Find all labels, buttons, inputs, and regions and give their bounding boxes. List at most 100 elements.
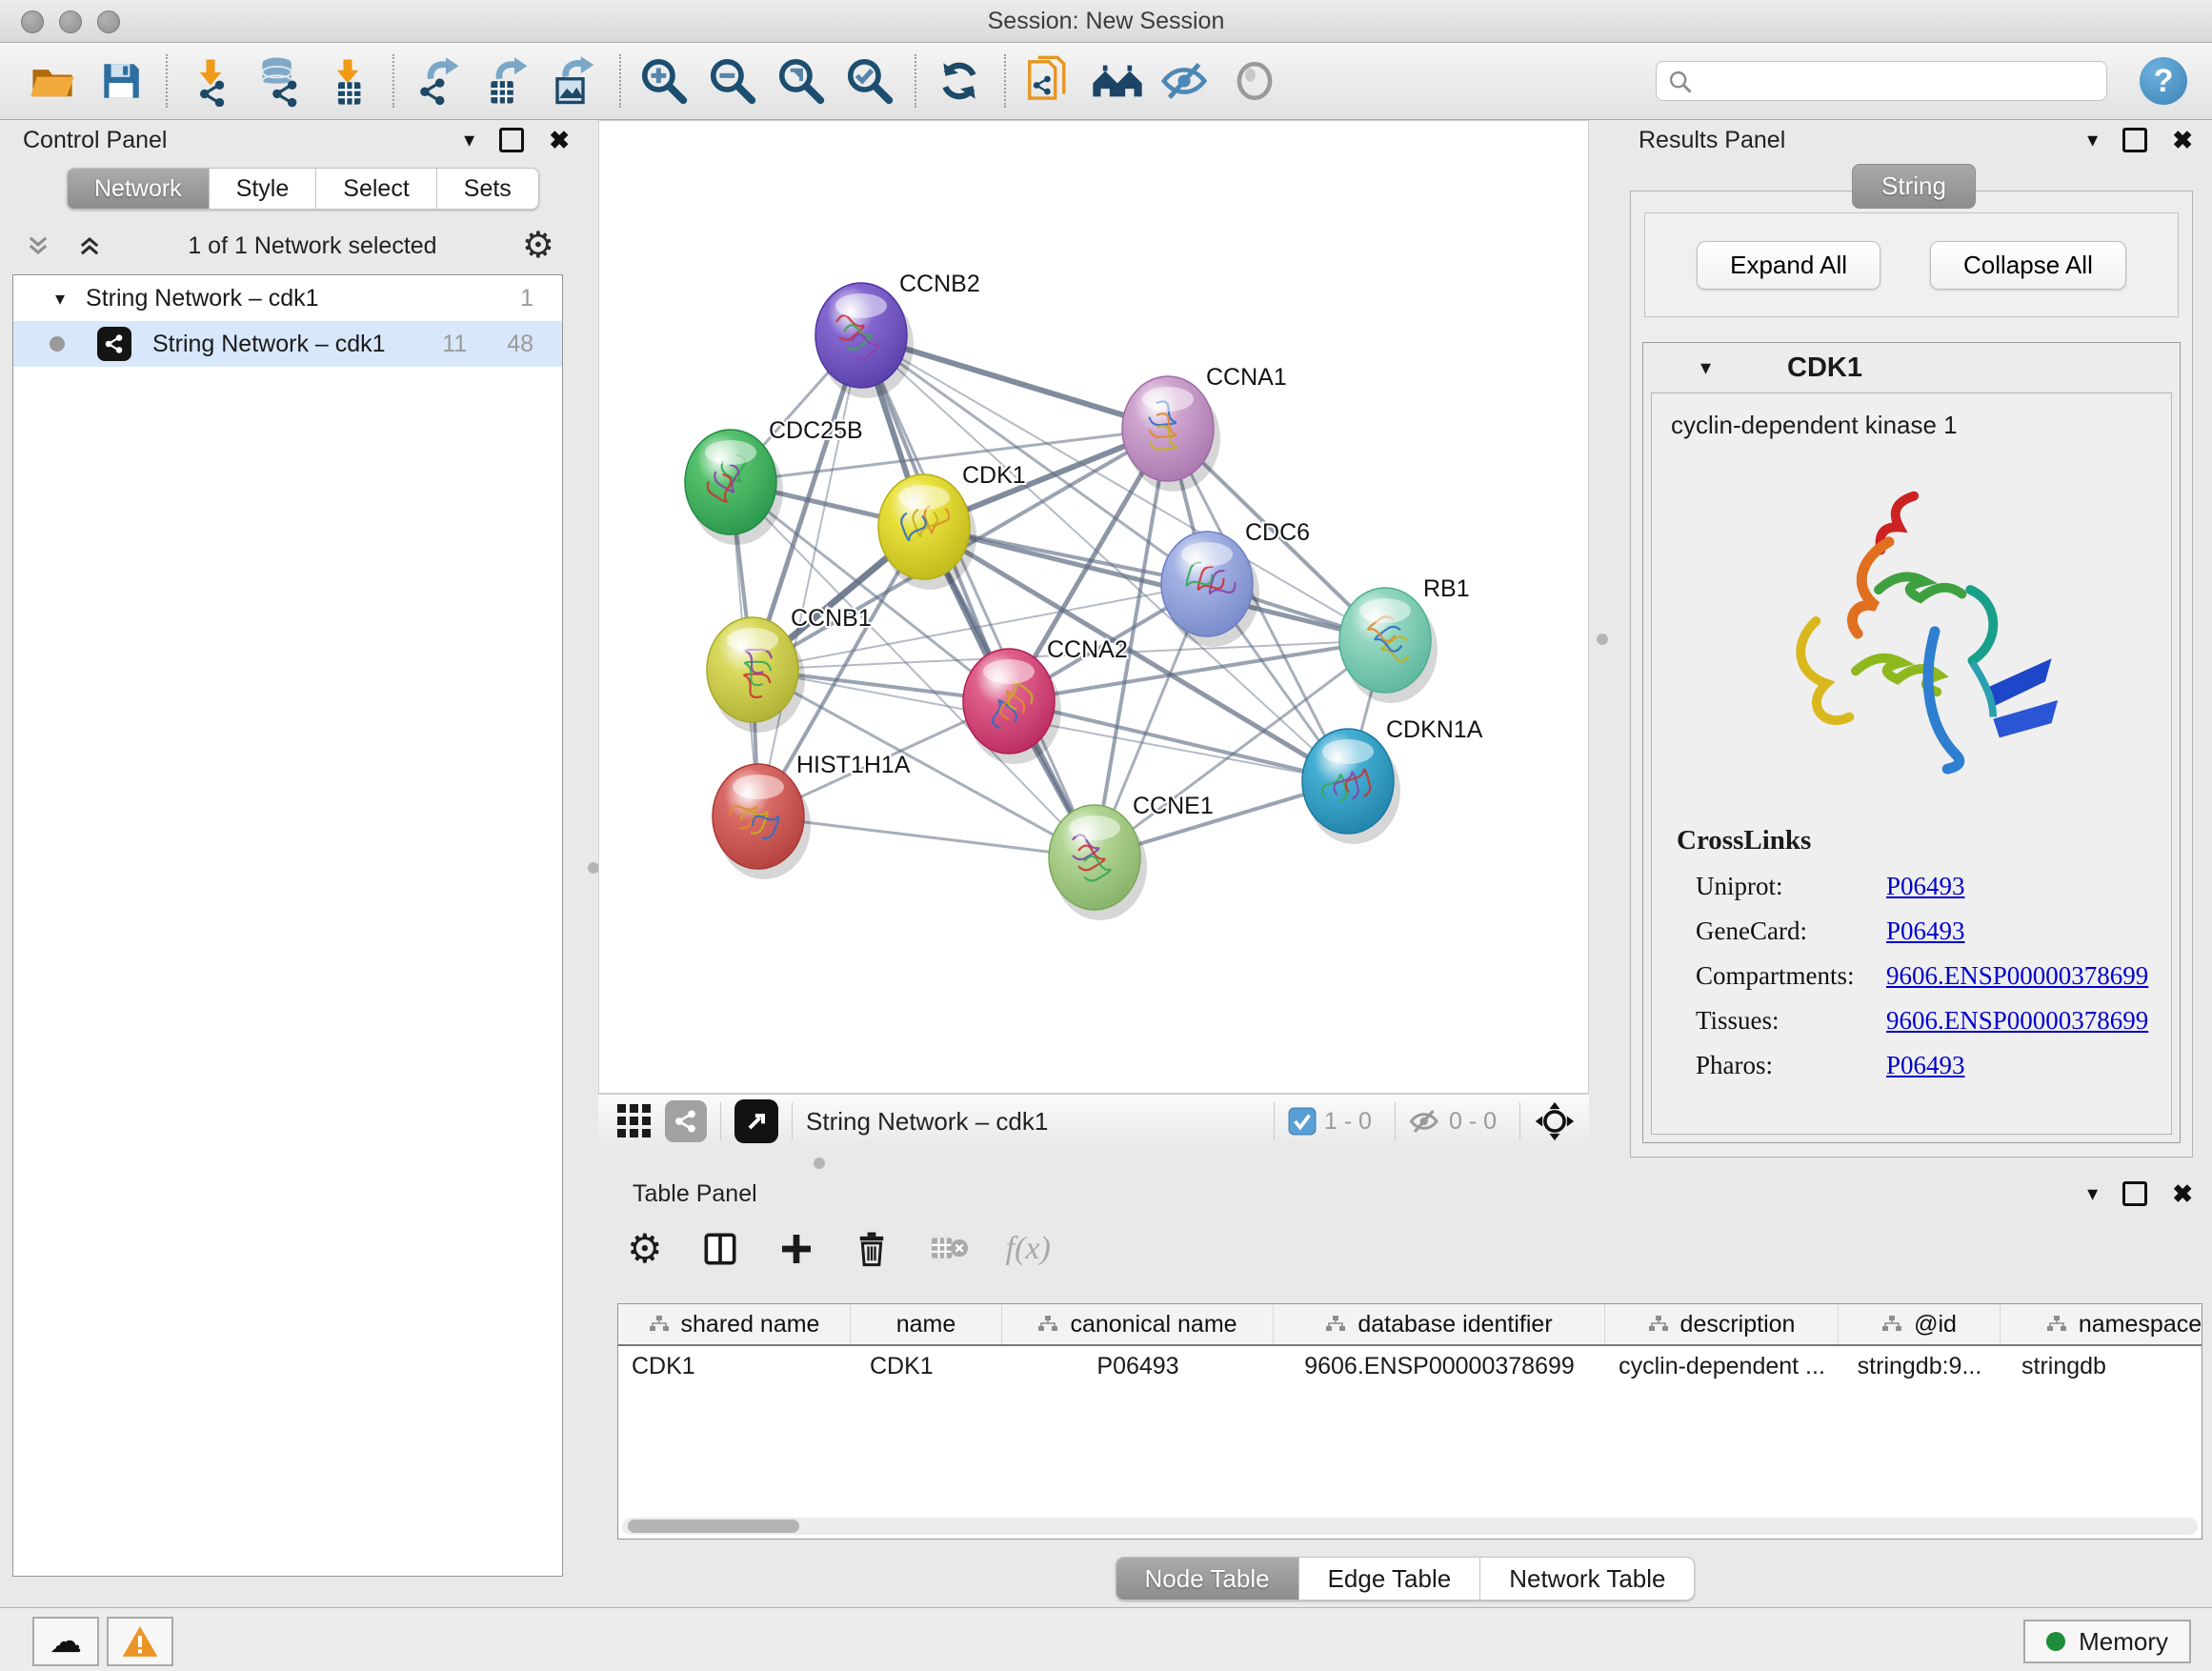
import-network-database-icon[interactable] xyxy=(251,53,307,109)
zoom-out-icon[interactable] xyxy=(705,53,760,109)
column-header[interactable]: database identifier xyxy=(1274,1304,1605,1344)
network-node-label: CCNB1 xyxy=(791,605,872,632)
show-columns-icon[interactable] xyxy=(699,1228,741,1270)
control-panel: Control Panel ▾ ✖ Network Style Select S… xyxy=(0,120,589,1608)
export-network-icon[interactable] xyxy=(410,53,465,109)
function-builder-icon[interactable]: f(x) xyxy=(1006,1231,1051,1267)
table-cell[interactable]: CDK1 xyxy=(851,1346,1002,1386)
help-icon[interactable]: ? xyxy=(2140,57,2187,105)
tab-edge-table[interactable]: Edge Table xyxy=(1299,1557,1481,1601)
create-column-plus-icon[interactable] xyxy=(777,1230,815,1268)
panel-collapse-icon[interactable]: ▾ xyxy=(464,128,474,152)
table-options-gear-icon[interactable]: ⚙ xyxy=(627,1229,663,1269)
column-header[interactable]: namespace xyxy=(2001,1304,2202,1344)
memory-button[interactable]: Memory xyxy=(2023,1620,2191,1663)
panel-float-icon[interactable] xyxy=(2122,1181,2147,1206)
column-header[interactable]: @id xyxy=(1839,1304,2001,1344)
bottom-splitter-handle[interactable] xyxy=(814,1158,825,1169)
crosslink-link[interactable]: P06493 xyxy=(1886,872,1965,901)
panel-collapse-icon[interactable]: ▾ xyxy=(2087,1181,2098,1206)
table-cell[interactable]: CDK1 xyxy=(618,1346,851,1386)
show-overview-eye-icon[interactable] xyxy=(1227,53,1282,109)
expand-all-chevron-icon[interactable] xyxy=(25,232,51,259)
column-header[interactable]: name xyxy=(851,1304,1002,1344)
node-table: shared name name canonical name database… xyxy=(617,1303,2202,1540)
selected-checkbox-icon[interactable] xyxy=(1288,1107,1317,1136)
panel-close-icon[interactable]: ✖ xyxy=(549,126,570,155)
network-edge[interactable] xyxy=(758,335,861,816)
scrollbar-thumb[interactable] xyxy=(628,1520,799,1533)
zoom-in-icon[interactable] xyxy=(636,53,692,109)
crosslink-label: Uniprot: xyxy=(1696,872,1886,901)
export-image-icon[interactable] xyxy=(547,53,602,109)
status-bar: ☁ Memory xyxy=(0,1607,2212,1671)
network-share-icon[interactable] xyxy=(665,1100,707,1142)
hidden-count: 0 - 0 xyxy=(1449,1108,1497,1136)
tree-expand-icon[interactable]: ▾ xyxy=(55,287,65,311)
panel-close-icon[interactable]: ✖ xyxy=(2172,1179,2193,1209)
grid-view-icon[interactable] xyxy=(615,1102,654,1140)
tab-sets[interactable]: Sets xyxy=(437,168,539,210)
collapse-all-button[interactable]: Collapse All xyxy=(1930,241,2126,290)
fit-content-crosshair-icon[interactable] xyxy=(1534,1100,1576,1142)
table-cell[interactable]: cyclin-dependent ... xyxy=(1605,1346,1839,1386)
network-type-icon xyxy=(97,327,131,361)
network-canvas[interactable]: CCNB2CCNA1CDC25BCDK1CDC6RB1CCNB1CCNA2CDK… xyxy=(598,120,1589,1094)
column-header[interactable]: description xyxy=(1605,1304,1839,1344)
node-gloss xyxy=(727,628,778,653)
open-session-icon[interactable] xyxy=(25,53,80,109)
network-edge[interactable] xyxy=(924,527,1385,640)
network-collection-row[interactable]: ▾ String Network – cdk1 1 xyxy=(13,275,562,321)
crosslink-link[interactable]: 9606.ENSP00000378699 xyxy=(1886,961,2148,991)
cloud-status-button[interactable]: ☁ xyxy=(32,1617,99,1666)
network-row-selected[interactable]: String Network – cdk1 11 48 xyxy=(13,321,562,367)
panel-collapse-icon[interactable]: ▾ xyxy=(2087,128,2098,152)
table-cell[interactable]: stringdb xyxy=(2001,1346,2202,1386)
refresh-icon[interactable] xyxy=(932,53,987,109)
tab-network[interactable]: Network xyxy=(67,168,210,210)
crosslink-link[interactable]: P06493 xyxy=(1886,1051,1965,1080)
table-cell[interactable]: P06493 xyxy=(1002,1346,1274,1386)
hidden-eye-icon[interactable] xyxy=(1409,1107,1441,1136)
gene-section-header[interactable]: ▾ CDK1 xyxy=(1643,343,2180,393)
column-header[interactable]: shared name xyxy=(618,1304,851,1344)
tab-style[interactable]: Style xyxy=(210,168,317,210)
zoom-selected-icon[interactable] xyxy=(842,53,897,109)
collection-label: String Network – cdk1 xyxy=(86,285,319,312)
birdseye-view-icon[interactable] xyxy=(734,1099,778,1143)
tab-string[interactable]: String xyxy=(1852,164,1976,209)
panel-close-icon[interactable]: ✖ xyxy=(2172,126,2193,155)
import-network-file-icon[interactable] xyxy=(183,53,238,109)
save-session-icon[interactable] xyxy=(93,53,149,109)
horizontal-scrollbar[interactable] xyxy=(622,1518,2198,1535)
crosslink-link[interactable]: P06493 xyxy=(1886,916,1965,946)
warnings-button[interactable] xyxy=(107,1617,173,1666)
tab-network-table[interactable]: Network Table xyxy=(1480,1557,1695,1601)
table-cell[interactable]: 9606.ENSP00000378699 xyxy=(1274,1346,1605,1386)
search-input[interactable] xyxy=(1656,61,2107,101)
delete-column-trash-icon[interactable] xyxy=(852,1229,892,1269)
collapse-all-chevron-icon[interactable] xyxy=(76,232,103,259)
gene-section: ▾ CDK1 cyclin-dependent kinase 1 xyxy=(1642,342,2181,1143)
gene-collapse-icon[interactable]: ▾ xyxy=(1700,355,1711,380)
network-options-gear-icon[interactable]: ⚙ xyxy=(522,228,554,264)
delete-table-icon[interactable] xyxy=(928,1230,970,1268)
crosslink-link[interactable]: 9606.ENSP00000378699 xyxy=(1886,1006,2148,1036)
column-header[interactable]: canonical name xyxy=(1002,1304,1274,1344)
network-edge[interactable] xyxy=(861,335,1095,857)
zoom-fit-icon[interactable] xyxy=(774,53,829,109)
expand-all-button[interactable]: Expand All xyxy=(1697,241,1880,290)
string-home-icon[interactable] xyxy=(1090,53,1145,109)
string-network-document-icon[interactable] xyxy=(1021,53,1076,109)
import-table-icon[interactable] xyxy=(320,53,375,109)
export-table-icon[interactable] xyxy=(478,53,533,109)
hide-results-eye-icon[interactable] xyxy=(1158,53,1214,109)
panel-float-icon[interactable] xyxy=(499,128,524,152)
table-row[interactable]: CDK1 CDK1 P06493 9606.ENSP00000378699 cy… xyxy=(618,1346,2202,1386)
crosslink-label: Pharos: xyxy=(1696,1051,1886,1080)
panel-float-icon[interactable] xyxy=(2122,128,2147,152)
table-cell[interactable]: stringdb:9... xyxy=(1839,1346,2001,1386)
right-splitter-handle[interactable] xyxy=(1597,634,1608,645)
tab-select[interactable]: Select xyxy=(316,168,436,210)
tab-node-table[interactable]: Node Table xyxy=(1116,1557,1299,1601)
